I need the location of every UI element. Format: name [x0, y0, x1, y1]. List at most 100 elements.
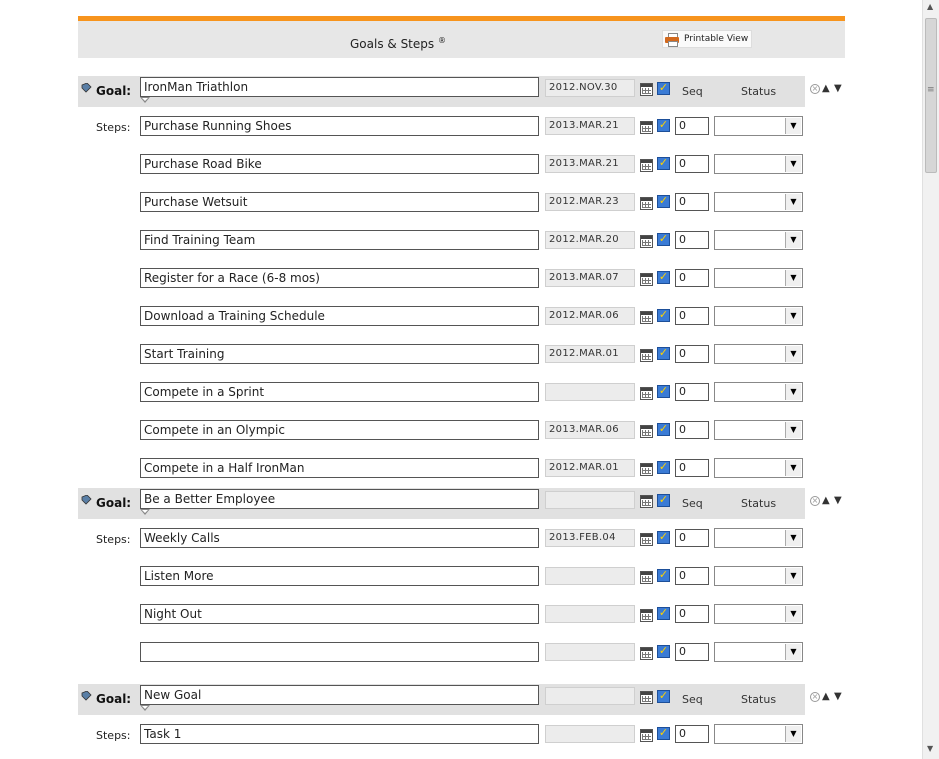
step-name-input[interactable]: Night Out: [140, 604, 539, 624]
dropdown-arrow-icon[interactable]: ▼: [785, 530, 801, 546]
dropdown-arrow-icon[interactable]: ▼: [785, 118, 801, 134]
step-date-field[interactable]: 2012.MAR.01: [545, 345, 635, 363]
seq-input[interactable]: 0: [675, 643, 709, 661]
step-date-field[interactable]: 2012.MAR.06: [545, 307, 635, 325]
printable-view-button[interactable]: Printable View: [662, 30, 753, 48]
calendar-icon[interactable]: [640, 463, 653, 476]
dropdown-arrow-icon[interactable]: ▼: [785, 384, 801, 400]
status-select[interactable]: ▼: [714, 528, 803, 548]
date-check-icon[interactable]: ✓: [657, 82, 670, 95]
calendar-icon[interactable]: [640, 197, 653, 210]
step-date-field[interactable]: 2013.MAR.06: [545, 421, 635, 439]
goal-name-input[interactable]: IronMan Triathlon: [140, 77, 539, 97]
collapse-triangle-icon[interactable]: [140, 97, 150, 103]
calendar-icon[interactable]: [640, 387, 653, 400]
step-date-field[interactable]: 2012.MAR.01: [545, 459, 635, 477]
calendar-icon[interactable]: [640, 83, 653, 96]
dropdown-arrow-icon[interactable]: ▼: [785, 156, 801, 172]
calendar-icon[interactable]: [640, 609, 653, 622]
calendar-icon[interactable]: [640, 729, 653, 742]
status-select[interactable]: ▼: [714, 116, 803, 136]
status-select[interactable]: ▼: [714, 230, 803, 250]
step-date-field[interactable]: [545, 567, 635, 585]
goal-name-input[interactable]: New Goal: [140, 685, 539, 705]
seq-input[interactable]: 0: [675, 231, 709, 249]
dropdown-arrow-icon[interactable]: ▼: [785, 194, 801, 210]
calendar-icon[interactable]: [640, 533, 653, 546]
step-date-field[interactable]: [545, 383, 635, 401]
calendar-icon[interactable]: [640, 311, 653, 324]
status-select[interactable]: ▼: [714, 306, 803, 326]
seq-input[interactable]: 0: [675, 155, 709, 173]
seq-input[interactable]: 0: [675, 269, 709, 287]
dropdown-arrow-icon[interactable]: ▼: [785, 422, 801, 438]
calendar-icon[interactable]: [640, 425, 653, 438]
date-check-icon[interactable]: ✓: [657, 195, 670, 208]
calendar-icon[interactable]: [640, 235, 653, 248]
dropdown-arrow-icon[interactable]: ▼: [785, 460, 801, 476]
seq-input[interactable]: 0: [675, 567, 709, 585]
status-select[interactable]: ▼: [714, 420, 803, 440]
calendar-icon[interactable]: [640, 691, 653, 704]
goal-name-input[interactable]: Be a Better Employee: [140, 489, 539, 509]
seq-input[interactable]: 0: [675, 459, 709, 477]
date-check-icon[interactable]: ✓: [657, 233, 670, 246]
move-up-icon[interactable]: ▲: [822, 495, 830, 506]
collapse-triangle-icon[interactable]: [140, 705, 150, 711]
seq-input[interactable]: 0: [675, 345, 709, 363]
goal-date-field[interactable]: [545, 491, 635, 509]
seq-input[interactable]: 0: [675, 307, 709, 325]
date-check-icon[interactable]: ✓: [657, 461, 670, 474]
status-select[interactable]: ▼: [714, 566, 803, 586]
date-check-icon[interactable]: ✓: [657, 569, 670, 582]
calendar-icon[interactable]: [640, 273, 653, 286]
date-check-icon[interactable]: ✓: [657, 607, 670, 620]
seq-input[interactable]: 0: [675, 383, 709, 401]
seq-input[interactable]: 0: [675, 529, 709, 547]
date-check-icon[interactable]: ✓: [657, 271, 670, 284]
dropdown-arrow-icon[interactable]: ▼: [785, 270, 801, 286]
move-down-icon[interactable]: ▼: [834, 691, 842, 702]
date-check-icon[interactable]: ✓: [657, 309, 670, 322]
step-name-input[interactable]: Weekly Calls: [140, 528, 539, 548]
step-date-field[interactable]: 2013.MAR.07: [545, 269, 635, 287]
dropdown-arrow-icon[interactable]: ▼: [785, 232, 801, 248]
step-name-input[interactable]: Compete in an Olympic: [140, 420, 539, 440]
vertical-scrollbar[interactable]: ▲ ▼: [922, 0, 939, 759]
dropdown-arrow-icon[interactable]: ▼: [785, 346, 801, 362]
step-name-input[interactable]: Purchase Running Shoes: [140, 116, 539, 136]
goal-date-field[interactable]: 2012.NOV.30: [545, 79, 635, 97]
dropdown-arrow-icon[interactable]: ▼: [785, 606, 801, 622]
status-select[interactable]: ▼: [714, 192, 803, 212]
seq-input[interactable]: 0: [675, 725, 709, 743]
step-name-input[interactable]: Compete in a Sprint: [140, 382, 539, 402]
date-check-icon[interactable]: ✓: [657, 385, 670, 398]
remove-goal-icon[interactable]: ×: [810, 496, 820, 506]
dropdown-arrow-icon[interactable]: ▼: [785, 644, 801, 660]
step-name-input[interactable]: Find Training Team: [140, 230, 539, 250]
date-check-icon[interactable]: ✓: [657, 119, 670, 132]
step-date-field[interactable]: [545, 725, 635, 743]
step-name-input[interactable]: [140, 642, 539, 662]
scroll-up-arrow-icon[interactable]: ▲: [927, 2, 933, 11]
step-name-input[interactable]: Download a Training Schedule: [140, 306, 539, 326]
status-select[interactable]: ▼: [714, 344, 803, 364]
seq-input[interactable]: 0: [675, 421, 709, 439]
step-date-field[interactable]: 2012.MAR.20: [545, 231, 635, 249]
step-name-input[interactable]: Register for a Race (6-8 mos): [140, 268, 539, 288]
remove-goal-icon[interactable]: ×: [810, 692, 820, 702]
move-down-icon[interactable]: ▼: [834, 495, 842, 506]
calendar-icon[interactable]: [640, 571, 653, 584]
step-date-field[interactable]: 2013.MAR.21: [545, 117, 635, 135]
step-name-input[interactable]: Task 1: [140, 724, 539, 744]
step-name-input[interactable]: Listen More: [140, 566, 539, 586]
seq-input[interactable]: 0: [675, 605, 709, 623]
date-check-icon[interactable]: ✓: [657, 727, 670, 740]
date-check-icon[interactable]: ✓: [657, 690, 670, 703]
status-select[interactable]: ▼: [714, 724, 803, 744]
step-name-input[interactable]: Start Training: [140, 344, 539, 364]
scrollbar-thumb[interactable]: [925, 18, 937, 173]
step-date-field[interactable]: [545, 605, 635, 623]
date-check-icon[interactable]: ✓: [657, 531, 670, 544]
status-select[interactable]: ▼: [714, 604, 803, 624]
